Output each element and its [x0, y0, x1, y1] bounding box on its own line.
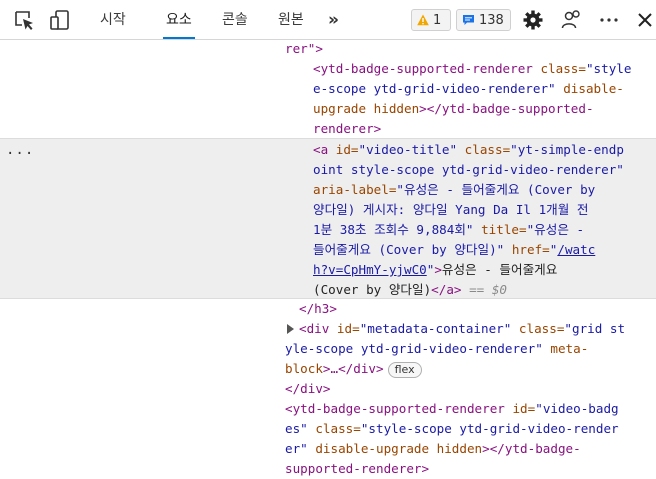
dom-line[interactable]: <ytd-badge-supported-renderer class="sty…: [313, 59, 631, 79]
tab-console[interactable]: 콘솔: [219, 0, 251, 39]
href-link[interactable]: h?v=CpHmY-yjwC0: [313, 262, 427, 277]
dom-line[interactable]: <div id="metadata-container" class="grid…: [299, 319, 625, 339]
issues-count: 138: [479, 12, 504, 28]
feedback-people-icon[interactable]: [559, 8, 583, 32]
more-options-icon[interactable]: [597, 8, 621, 32]
expand-triangle-icon[interactable]: [287, 324, 294, 334]
warning-icon: [417, 14, 429, 26]
href-link[interactable]: /watc: [557, 242, 595, 257]
devtools-toolbar: 시작 요소 콘솔 원본 » 1 138: [0, 0, 656, 40]
warnings-badge[interactable]: 1: [411, 9, 451, 31]
dom-line[interactable]: renderer>: [313, 119, 381, 139]
dom-line[interactable]: 들어줄게요 (Cover by 양다일)" href="/watc: [313, 240, 595, 260]
selected-node[interactable]: ··· <a id="video-title" class="yt-simple…: [0, 138, 656, 299]
dom-line[interactable]: rer">: [285, 39, 323, 59]
dom-line[interactable]: yle-scope ytd-grid-video-renderer" meta-: [285, 339, 588, 359]
dom-line[interactable]: (Cover by 양다일)</a> == $0: [313, 280, 507, 300]
dom-line[interactable]: 양다일) 게시자: 양다일 Yang Da Il 1개월 전: [313, 200, 589, 220]
selected-node-marker: == $0: [461, 282, 508, 297]
close-icon[interactable]: [633, 8, 656, 32]
dom-line[interactable]: er" disable-upgrade hidden></ytd-badge-: [285, 439, 581, 459]
more-tabs-button[interactable]: »: [328, 10, 339, 30]
settings-gear-icon[interactable]: [521, 8, 545, 32]
dom-line[interactable]: <a id="video-title" class="yt-simple-end…: [313, 140, 624, 160]
device-emulation-icon[interactable]: [48, 8, 72, 32]
flex-badge[interactable]: flex: [387, 361, 422, 378]
dom-line[interactable]: oint style-scope ytd-grid-video-renderer…: [313, 160, 624, 180]
dom-tree-panel: rer"> <ytd-badge-supported-renderer clas…: [0, 40, 656, 476]
tab-elements[interactable]: 요소: [163, 0, 195, 39]
issues-badge[interactable]: 138: [456, 9, 511, 31]
dom-line[interactable]: es" class="style-scope ytd-grid-video-re…: [285, 419, 619, 439]
warnings-count: 1: [433, 12, 442, 28]
dom-line[interactable]: 1분 38초 조회수 9,884회" title="유성은 -: [313, 220, 584, 240]
dom-line[interactable]: h?v=CpHmY-yjwC0">유성은 - 들어줄게요: [313, 260, 557, 280]
tab-sources[interactable]: 원본: [275, 0, 307, 39]
dom-line[interactable]: aria-label="유성은 - 들어줄게요 (Cover by: [313, 180, 595, 200]
dom-line[interactable]: </div>: [285, 379, 331, 399]
tab-welcome[interactable]: 시작: [97, 0, 129, 39]
dom-line[interactable]: upgrade hidden></ytd-badge-supported-: [313, 99, 594, 119]
node-actions-ellipsis-icon[interactable]: ···: [6, 147, 34, 161]
dom-line[interactable]: supported-renderer>: [285, 459, 429, 479]
dom-line[interactable]: <ytd-badge-supported-renderer id="video-…: [285, 399, 619, 419]
message-icon: [463, 15, 474, 25]
dom-line[interactable]: e-scope ytd-grid-video-renderer" disable…: [313, 79, 624, 99]
dom-line[interactable]: </h3>: [299, 299, 337, 319]
dom-line[interactable]: block>…</div> flex: [285, 359, 422, 379]
inspect-element-icon[interactable]: [12, 8, 36, 32]
